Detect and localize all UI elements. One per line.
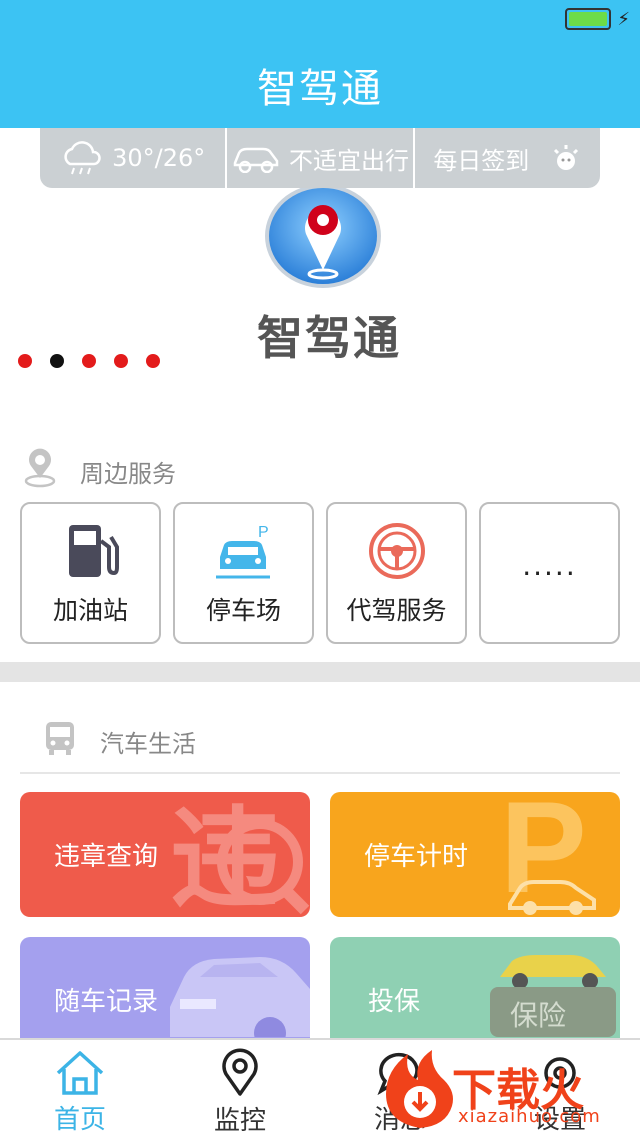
car-outline-icon [231,143,281,173]
app-header: ⚡ 智驾通 [0,0,640,128]
svg-text:保险: 保险 [510,999,566,1032]
carousel-dot[interactable] [18,354,32,368]
service-label: 加油站 [52,596,128,625]
designated-driver-button[interactable]: 代驾服务 [326,502,467,644]
more-services-button[interactable]: ····· [479,502,620,644]
carousel-dot-active[interactable] [50,354,64,368]
carousel-dots [18,354,160,368]
travel-cell[interactable]: 不适宜出行 [227,128,415,188]
location-pin-icon [218,1048,262,1098]
section-separator [20,772,620,774]
car-life-section-header: 汽车生活 [20,718,196,764]
card-label: 停车计时 [364,842,469,872]
car-life-section-title: 汽车生活 [100,729,196,758]
violation-icon: 违 [170,795,310,917]
info-bar: 30°/26° 不适宜出行 每日签到 [40,128,600,188]
tab-monitor[interactable]: 监控 [160,1040,320,1136]
watermark-logo: 下载火 xiazaihuo.com [380,1046,640,1136]
card-label: 随车记录 [54,987,159,1017]
nearby-services: 加油站 P 停车场 代驾服务 ····· [20,502,620,644]
travel-status: 不适宜出行 [288,146,409,175]
charging-icon: ⚡ [617,8,630,30]
nearby-section-header: 周边服务 [20,448,176,494]
flame-icon [386,1050,453,1128]
insurance-car-money-icon: 保险 [490,955,616,1037]
parking-lot-button[interactable]: P 停车场 [173,502,314,644]
tab-home[interactable]: 首页 [0,1040,160,1136]
watermark-url: xiazaihuo.com [458,1106,601,1127]
gas-station-icon [61,519,121,583]
carousel-dot[interactable] [82,354,96,368]
carousel-dot[interactable] [114,354,128,368]
carousel-dot[interactable] [146,354,160,368]
nearby-section-title: 周边服务 [80,459,176,488]
service-label: 代驾服务 [346,596,447,625]
cloud-rain-icon [60,140,104,176]
parking-timer-card[interactable]: P 停车计时 [330,792,620,917]
weather-cell[interactable]: 30°/26° [40,128,228,188]
sun-face-icon [551,143,581,173]
checkin-cell[interactable]: 每日签到 [415,128,600,188]
svg-text:P: P [258,524,269,541]
weather-temp: 30°/26° [112,144,206,172]
tab-label: 首页 [53,1105,106,1135]
card-label: 投保 [368,987,421,1017]
tab-label: 监控 [213,1106,266,1136]
status-bar: ⚡ [565,8,630,30]
battery-icon [565,8,612,30]
steering-wheel-icon [367,519,427,583]
sedan-icon [170,957,310,1037]
banner-carousel[interactable]: 智驾通 [0,184,640,408]
parking-p-icon: P [500,792,596,917]
violation-query-card[interactable]: 违 违章查询 [20,792,310,917]
gas-station-button[interactable]: 加油站 [20,502,161,644]
bus-icon [40,718,80,764]
checkin-label: 每日签到 [433,146,530,175]
app-logo-icon [264,184,382,290]
card-label: 违章查询 [54,842,159,872]
home-icon [54,1048,106,1097]
service-label: 停车场 [205,596,281,625]
section-divider [0,662,640,682]
page-title: 智驾通 [257,66,383,112]
more-icon: ····· [522,556,577,590]
location-icon [20,448,60,494]
parking-car-icon: P [214,519,274,583]
banner-logo-text: 智驾通 [257,311,401,365]
